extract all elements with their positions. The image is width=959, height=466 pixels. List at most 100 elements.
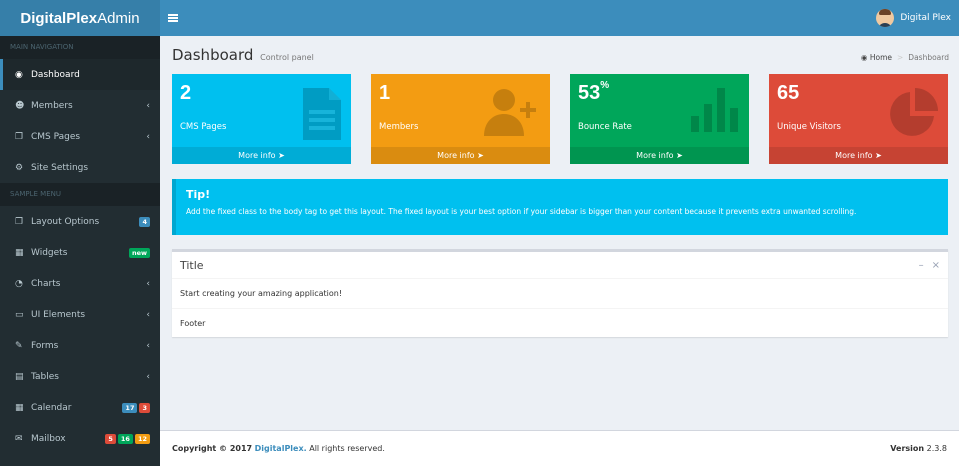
cogs-icon: ⚙: [15, 162, 24, 173]
breadcrumb-current: Dashboard: [908, 53, 949, 62]
more-info-label: More info: [238, 151, 276, 160]
sidebar-item-cms-pages[interactable]: ❐ CMS Pages ‹: [0, 121, 160, 152]
sidebar-item-charts[interactable]: ◔ Charts ‹: [0, 268, 160, 299]
user-name: Digital Plex: [900, 13, 951, 23]
sidebar-toggle-button[interactable]: [160, 0, 186, 36]
user-plus-icon: [484, 88, 540, 139]
count-badge: new: [128, 247, 150, 258]
envelope-icon: ✉: [15, 433, 23, 444]
chevron-left-icon: ‹: [146, 371, 150, 382]
files-icon: ❐: [15, 216, 24, 227]
tip-callout: Tip! Add the fixed class to the body tag…: [172, 179, 948, 235]
copyright-text: Copyright © 2017: [172, 444, 253, 453]
breadcrumb-home[interactable]: ◉ Home: [861, 53, 892, 62]
tip-title: Tip!: [186, 188, 211, 201]
sidebar-item-label: Dashboard: [31, 69, 80, 80]
more-info-label: More info: [437, 151, 475, 160]
chevron-left-icon: ‹: [146, 340, 150, 351]
sidebar-item-calendar[interactable]: ▦ Calendar 17 3: [0, 392, 160, 423]
stat-number: 65: [777, 82, 800, 104]
breadcrumb-separator: >: [897, 53, 904, 62]
sidebar-item-widgets[interactable]: ▦ Widgets new: [0, 237, 160, 268]
minus-icon: –: [918, 259, 924, 271]
logo[interactable]: DigitalPlex Admin: [0, 0, 160, 36]
sidebar: MAIN NAVIGATION ◉ Dashboard ☻ Members ‹ ❐ CMS …: [0, 36, 160, 466]
box-title: Title: [180, 258, 204, 272]
sidebar-item-forms[interactable]: ✎ Forms ‹: [0, 330, 160, 361]
sidebar-item-ui-elements[interactable]: ▭ UI Elements ‹: [0, 299, 160, 330]
chevron-left-icon: ‹: [146, 131, 150, 142]
sidebar-item-layout-options[interactable]: ❐ Layout Options 4: [0, 206, 160, 237]
sidebar-item-label: Members: [31, 100, 73, 111]
sidebar-item-dashboard[interactable]: ◉ Dashboard: [0, 59, 160, 90]
arrow-circle-right-icon: ➤: [875, 151, 882, 160]
top-header: DigitalPlex Admin Digital Plex: [0, 0, 959, 36]
stat-label: Unique Visitors: [777, 122, 841, 132]
sidebar-item-tables[interactable]: ▤ Tables ‹: [0, 361, 160, 392]
box-body: Start creating your amazing application!: [180, 289, 343, 298]
more-info-link[interactable]: More info ➤: [769, 147, 948, 164]
laptop-icon: ▭: [15, 309, 24, 320]
dashboard-icon: ◉: [15, 69, 23, 80]
logo-bold: DigitalPlex: [20, 9, 98, 27]
sidebar-item-label: Site Settings: [31, 162, 89, 173]
pie-chart-icon: ◔: [15, 278, 23, 289]
pie-chart-icon: [888, 88, 938, 141]
arrow-circle-right-icon: ➤: [477, 151, 484, 160]
rights-text: All rights reserved.: [309, 444, 385, 453]
page-subtitle: Control panel: [260, 53, 314, 62]
stat-label: Members: [379, 122, 419, 132]
count-badge: 17: [122, 402, 138, 413]
page-title: Dashboard Control panel: [172, 46, 314, 64]
sidebar-item-label: Charts: [31, 278, 61, 289]
brand-link[interactable]: DigitalPlex.: [255, 444, 307, 453]
sidebar-item-members[interactable]: ☻ Members ‹: [0, 90, 160, 121]
stat-value: 53%: [578, 80, 609, 105]
close-icon: ×: [931, 259, 940, 271]
avatar: [876, 9, 895, 27]
breadcrumb-home-label: Home: [869, 53, 892, 62]
stat-number: 2: [180, 82, 192, 104]
sidebar-item-label: Layout Options: [31, 216, 100, 227]
count-badge: 16: [117, 433, 133, 444]
sidebar-item-label: Widgets: [31, 247, 68, 258]
logo-rest: Admin: [97, 9, 140, 27]
arrow-circle-right-icon: ➤: [676, 151, 683, 160]
th-icon: ▦: [15, 247, 24, 258]
remove-button[interactable]: ×: [932, 260, 940, 271]
version-label: Version: [890, 444, 925, 453]
sidebar-item-site-settings[interactable]: ⚙ Site Settings: [0, 152, 160, 183]
sidebar-item-label: UI Elements: [31, 309, 86, 320]
edit-icon: ✎: [15, 340, 23, 351]
page-title-text: Dashboard: [172, 46, 254, 64]
arrow-circle-right-icon: ➤: [278, 151, 285, 160]
sidebar-item-label: Forms: [31, 340, 59, 351]
stat-box-bounce-rate: 53% Bounce Rate More info ➤: [570, 74, 749, 164]
copy-icon: ❐: [15, 131, 24, 142]
version-number: 2.3.8: [926, 444, 947, 453]
more-info-link[interactable]: More info ➤: [371, 147, 550, 164]
stat-number: 1: [379, 82, 391, 104]
chevron-left-icon: ‹: [146, 100, 150, 111]
stat-value: 65: [777, 82, 799, 105]
collapse-button[interactable]: –: [919, 260, 924, 271]
sidebar-item-label: Tables: [31, 371, 59, 382]
sidebar-item-mailbox[interactable]: ✉ Mailbox 5 16 12: [0, 423, 160, 454]
sidebar-item-label: CMS Pages: [31, 131, 81, 142]
dashboard-icon: ◉: [860, 53, 868, 62]
count-badge: 3: [139, 402, 150, 413]
more-info-link[interactable]: More info ➤: [570, 147, 749, 164]
version-info: Version 2.3.8: [890, 444, 947, 453]
content-area: Dashboard Control panel ◉ Home > Dashboa…: [160, 36, 959, 430]
user-menu[interactable]: Digital Plex: [876, 0, 959, 36]
count-badge: 12: [134, 433, 150, 444]
main-nav-header: MAIN NAVIGATION: [0, 36, 160, 59]
stat-value: 1: [379, 82, 390, 105]
more-info-link[interactable]: More info ➤: [172, 147, 351, 164]
table-icon: ▤: [15, 371, 24, 382]
count-badge: 5: [105, 433, 116, 444]
users-icon: ☻: [15, 100, 25, 111]
page-footer: Copyright © 2017 DigitalPlex. All rights…: [160, 430, 959, 466]
stat-label: Bounce Rate: [578, 122, 632, 132]
count-badge: 4: [139, 216, 150, 227]
